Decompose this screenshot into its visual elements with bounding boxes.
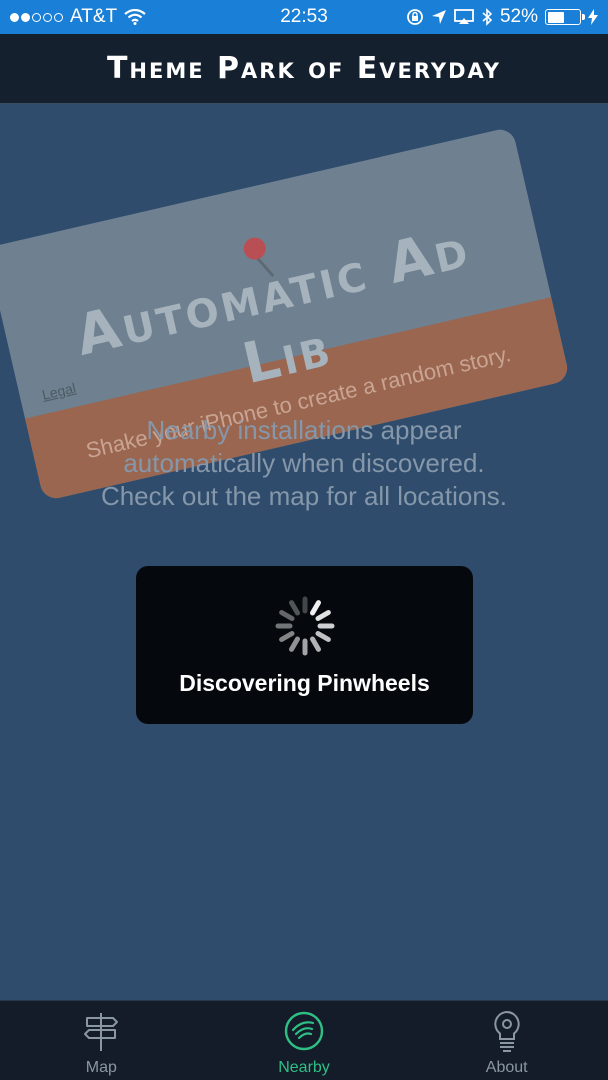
- spinner-segment: [278, 631, 295, 642]
- spinner-segment: [288, 600, 300, 616]
- signpost-icon: [84, 1013, 119, 1051]
- spinner-segment: [309, 636, 321, 652]
- charging-icon: [588, 9, 598, 25]
- radar-icon: [284, 1011, 324, 1051]
- spinner-segment: [309, 600, 321, 616]
- empty-state-line: automatically when discovered.: [123, 448, 485, 478]
- empty-state-line: Nearby installations appear: [146, 415, 462, 445]
- spinner-segment: [278, 610, 295, 621]
- battery-icon: [545, 9, 585, 25]
- page-title: Theme Park of Everyday: [106, 51, 502, 86]
- bluetooth-icon: [482, 8, 493, 26]
- empty-state-line: Check out the map for all locations.: [100, 481, 508, 511]
- battery-fill: [547, 11, 564, 23]
- status-bar-right: 52%: [406, 6, 598, 28]
- spinner-segment: [314, 610, 331, 621]
- spinner-segment: [288, 636, 300, 652]
- location-icon: [431, 10, 446, 24]
- loading-hud: Discovering Pinwheels: [136, 566, 473, 724]
- carrier-label: AT&T: [70, 6, 118, 27]
- tab-about[interactable]: About: [405, 1001, 608, 1080]
- wifi-icon: [124, 9, 146, 25]
- rotation-lock-icon: [407, 9, 423, 25]
- empty-state-message: Nearby installations appear automaticall…: [0, 414, 608, 513]
- airplay-icon: [454, 9, 474, 24]
- tab-label: Map: [85, 1059, 117, 1076]
- nearby-content: Automatic Ad Lib Legal Shake your iPhone…: [0, 104, 608, 1000]
- battery-percent: 52%: [499, 6, 538, 27]
- navigation-bar: Theme Park of Everyday: [0, 34, 608, 104]
- lightbulb-icon: [494, 1010, 520, 1052]
- loading-spinner-icon: [275, 596, 334, 656]
- tab-bar: Map Nearby About: [0, 1000, 608, 1080]
- status-bar-left: AT&T: [10, 6, 146, 28]
- tab-map[interactable]: Map: [0, 1001, 203, 1080]
- tab-nearby[interactable]: Nearby: [203, 1001, 406, 1080]
- tab-label: About: [485, 1059, 528, 1076]
- signal-strength-icon: [10, 12, 63, 22]
- tab-label: Nearby: [278, 1059, 330, 1076]
- loading-label: Discovering Pinwheels: [179, 670, 430, 696]
- spinner-segment: [314, 631, 331, 642]
- status-bar: AT&T 22:53 52%: [0, 0, 608, 34]
